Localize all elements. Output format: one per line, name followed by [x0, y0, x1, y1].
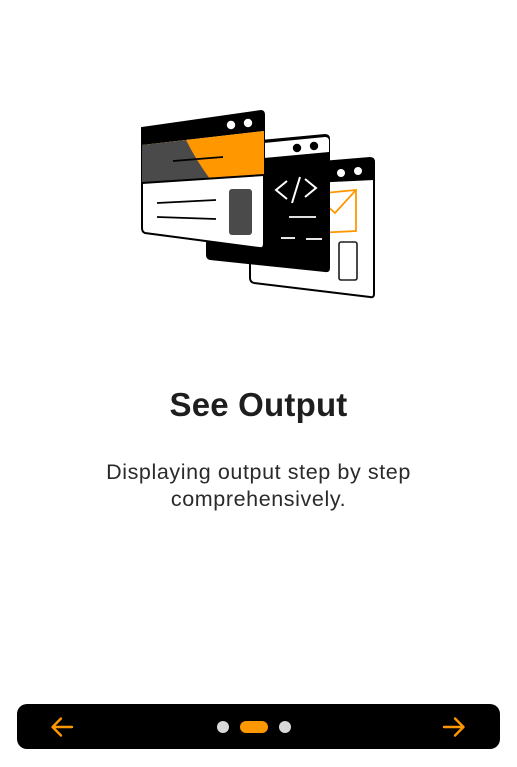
browser-windows-illustration [0, 0, 517, 330]
slide-title: See Output [169, 386, 348, 423]
page-dot-2-active[interactable] [240, 720, 268, 733]
slide-description: Displaying output step by step comprehen… [106, 460, 411, 511]
next-button[interactable] [437, 710, 471, 744]
page-indicator [217, 720, 291, 733]
page-dot-1[interactable] [217, 720, 229, 733]
page-dot-3[interactable] [279, 720, 291, 733]
previous-button[interactable] [45, 710, 79, 744]
webpage-window-illustration [141, 109, 265, 250]
onboarding-nav-bar [17, 704, 500, 749]
arrow-right-icon [442, 717, 465, 737]
arrow-left-icon [51, 717, 74, 737]
